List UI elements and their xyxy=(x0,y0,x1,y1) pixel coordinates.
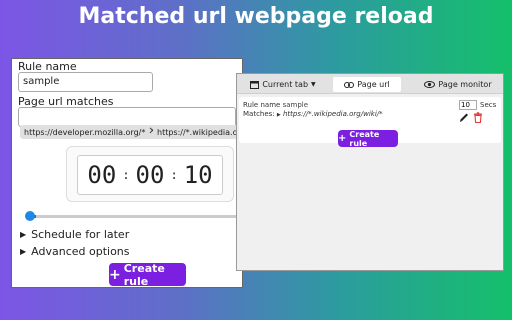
rule-form-panel: Rule name sample Page url matches https:… xyxy=(11,58,243,288)
tab-current-tab[interactable]: Current tab ▼ xyxy=(247,77,319,92)
tab-bar: Current tab ▼ Page url Page monitor xyxy=(237,74,503,94)
plus-icon: + xyxy=(338,133,347,144)
advanced-options-label: Advanced options xyxy=(31,245,130,258)
interval-slider-thumb[interactable] xyxy=(25,211,35,221)
rule-card-name-label: Rule name xyxy=(243,101,281,109)
url-chip: https://developer.mozilla.org/* ✕ xyxy=(20,125,161,139)
create-rule-label: Create rule xyxy=(123,261,165,288)
rule-card-name-value: sample xyxy=(282,101,309,109)
rule-card-matches-label: Matches: xyxy=(243,110,275,118)
caret-right-icon: ▶ xyxy=(276,112,281,118)
trash-icon[interactable] xyxy=(473,112,483,123)
headline: Matched url webpage reload xyxy=(78,4,434,29)
timer-hours[interactable]: 00 xyxy=(87,161,116,189)
tab-page-monitor[interactable]: Page monitor xyxy=(417,77,499,92)
timer-display[interactable]: 00 : 00 : 10 xyxy=(77,155,223,195)
tab-label: Page monitor xyxy=(438,80,492,89)
url-chip-label: https://*.wikipedia.org xyxy=(157,127,243,137)
secs-label: Secs xyxy=(480,101,497,109)
window-icon xyxy=(250,80,260,89)
url-chip: https://*.wikipedia.org xyxy=(153,125,243,139)
tab-page-url[interactable]: Page url xyxy=(333,77,401,92)
timer-container: 00 : 00 : 10 xyxy=(66,146,234,202)
caret-right-icon: ▶ xyxy=(20,247,27,256)
page-url-input[interactable] xyxy=(18,107,236,127)
timer-minutes[interactable]: 00 xyxy=(136,161,165,189)
advanced-options-toggle[interactable]: ▶ Advanced options xyxy=(20,245,130,258)
schedule-label: Schedule for later xyxy=(31,228,130,241)
rule-card-matches-value: https://*.wikipedia.org/wiki/* xyxy=(283,110,383,118)
rule-name-input[interactable]: sample xyxy=(18,72,153,92)
popup-create-rule-label: Create rule xyxy=(349,129,380,148)
extension-popup: Current tab ▼ Page url Page monitor Rule… xyxy=(236,73,504,271)
tab-label: Current tab xyxy=(262,80,309,89)
tab-label: Page url xyxy=(357,80,390,89)
url-chip-label: https://developer.mozilla.org/* xyxy=(24,127,146,137)
create-rule-button[interactable]: + Create rule xyxy=(109,261,186,288)
secs-input[interactable]: 10 xyxy=(459,100,477,110)
link-icon xyxy=(344,81,355,88)
rule-card-matches-row: Matches: ▶ https://*.wikipedia.org/wiki/… xyxy=(243,110,383,118)
rule-card-name-row: Rule name sample xyxy=(243,101,308,109)
chevron-down-icon: ▼ xyxy=(311,81,316,88)
popup-create-rule-button[interactable]: + Create rule xyxy=(338,129,398,148)
timer-separator: : xyxy=(170,168,178,182)
schedule-toggle[interactable]: ▶ Schedule for later xyxy=(20,228,129,241)
pencil-icon[interactable] xyxy=(459,112,469,123)
timer-seconds[interactable]: 10 xyxy=(184,161,213,189)
plus-icon: + xyxy=(109,266,121,283)
eye-icon xyxy=(424,81,436,88)
interval-slider-track[interactable] xyxy=(30,215,242,218)
timer-separator: : xyxy=(122,168,130,182)
caret-right-icon: ▶ xyxy=(20,230,27,239)
